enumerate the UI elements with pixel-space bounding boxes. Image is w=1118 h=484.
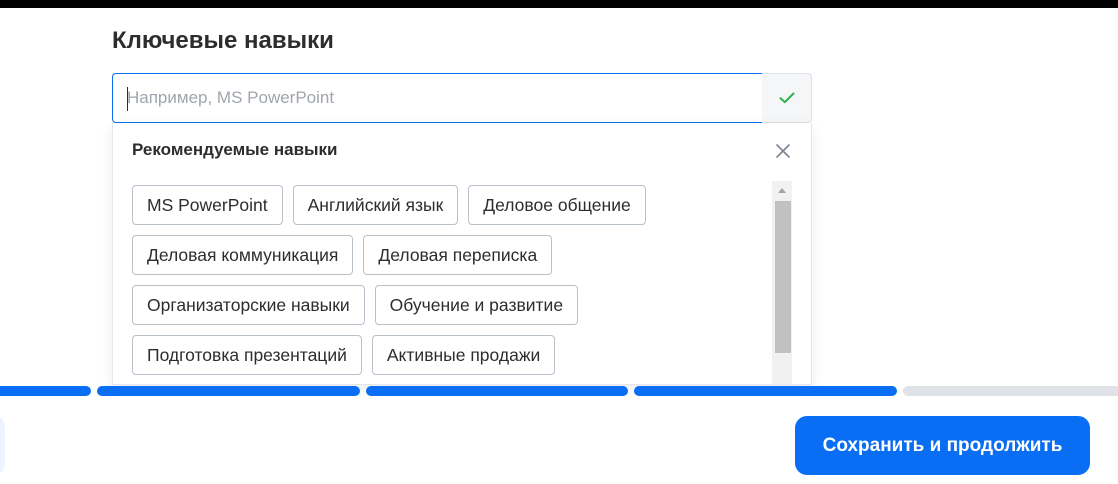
step-progress-bar xyxy=(0,386,1118,396)
progress-segment xyxy=(97,386,360,396)
suggested-skills-dropdown: Рекомендуемые навыки MS PowerPoint Англи… xyxy=(112,123,812,385)
check-icon xyxy=(779,92,794,104)
skill-chip[interactable]: Деловое общение xyxy=(468,185,646,225)
back-button[interactable] xyxy=(0,416,5,474)
confirm-skill-button[interactable] xyxy=(762,73,812,123)
skill-chip[interactable]: Активные продажи xyxy=(371,335,556,375)
skill-chip[interactable]: MS PowerPoint xyxy=(132,185,283,225)
close-icon xyxy=(776,144,790,158)
skill-chip[interactable]: Обучение и развитие xyxy=(374,285,579,325)
skill-chip[interactable]: Английский язык xyxy=(292,185,459,225)
skill-chip[interactable]: Деловая коммуникация xyxy=(132,235,354,275)
text-caret xyxy=(127,87,128,111)
scrollbar-thumb[interactable] xyxy=(775,201,791,353)
scroll-up-arrow-icon[interactable] xyxy=(772,181,792,199)
progress-segment xyxy=(634,386,897,396)
progress-segment xyxy=(0,386,91,396)
close-suggestions-button[interactable] xyxy=(773,141,793,161)
progress-segment xyxy=(903,386,1118,396)
suggestions-scrollbar[interactable] xyxy=(772,181,792,384)
skill-input[interactable] xyxy=(113,74,762,122)
dropdown-title: Рекомендуемые навыки xyxy=(132,140,338,159)
skill-chip[interactable]: Организаторские навыки xyxy=(132,285,365,325)
skill-input-wrapper[interactable] xyxy=(112,73,763,123)
progress-segment xyxy=(366,386,628,396)
section-title: Ключевые навыки xyxy=(112,27,334,54)
skill-chips-list: MS PowerPoint Английский язык Деловое об… xyxy=(132,185,752,375)
save-and-continue-button[interactable]: Сохранить и продолжить xyxy=(795,416,1090,475)
skill-chip[interactable]: Деловая переписка xyxy=(363,235,553,275)
skill-chip[interactable]: Подготовка презентаций xyxy=(132,335,362,375)
top-bar xyxy=(0,0,1118,8)
